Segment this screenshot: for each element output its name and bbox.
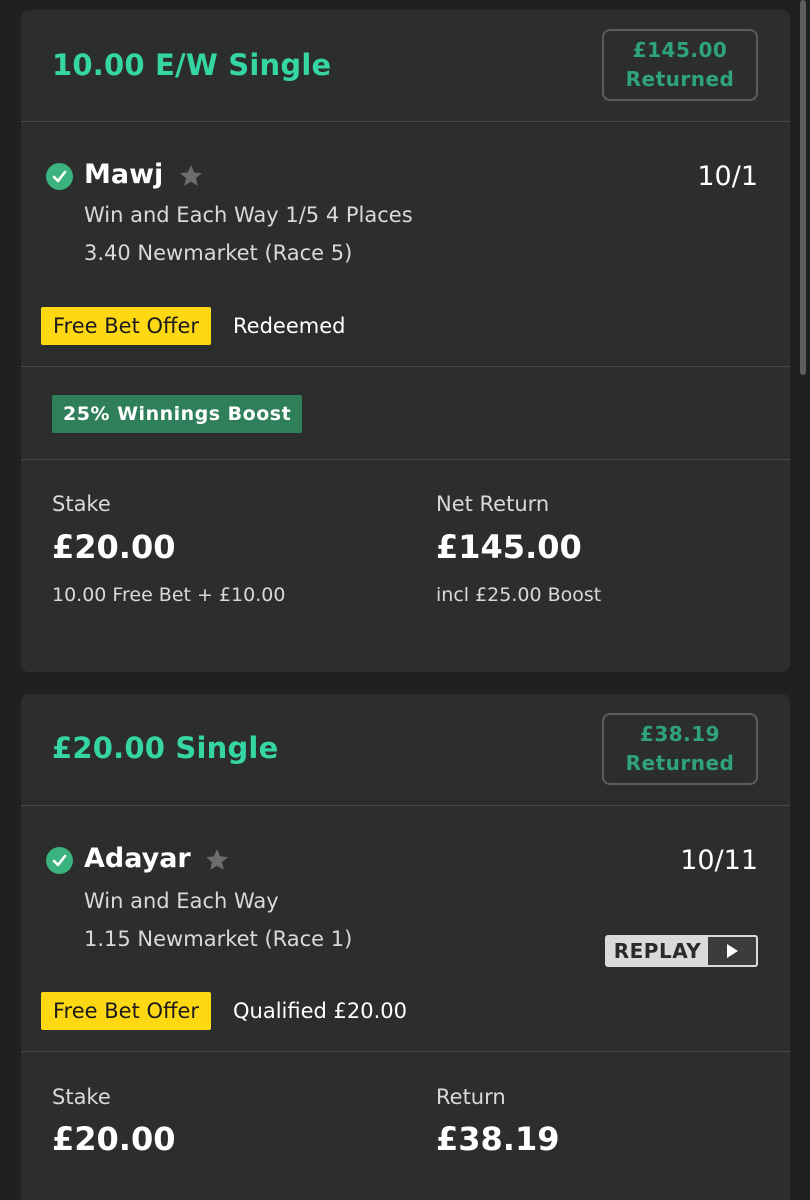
play-icon [708,937,756,965]
replay-button[interactable]: REPLAY [605,935,758,967]
return-label: Net Return [436,492,550,516]
returned-badge: £145.00 Returned [602,29,758,101]
stake-value: £20.00 [52,1120,176,1158]
check-circle-icon [46,847,73,874]
selection-event: 3.40 Newmarket (Race 5) [84,241,353,265]
bet-title: 10.00 E/W Single [52,48,332,82]
bet-title: £20.00 Single [52,731,279,765]
returned-badge: £38.19 Returned [602,713,758,785]
bet-header: 10.00 E/W Single £145.00 Returned [21,10,790,122]
star-icon[interactable] [178,163,204,189]
check-circle-icon [46,163,73,190]
stake-breakdown: 10.00 Free Bet + £10.00 [52,584,286,606]
free-bet-status: Redeemed [233,314,346,338]
selection-name: Adayar [84,843,191,874]
free-bet-offer-tag: Free Bet Offer [41,992,212,1030]
divider [21,121,790,122]
bet-history-page: 10.00 E/W Single £145.00 Returned Mawj 1… [0,0,810,1200]
return-breakdown: incl £25.00 Boost [436,584,602,606]
stake-value: £20.00 [52,528,176,566]
free-bet-status: Qualified £20.00 [233,999,408,1023]
stake-label: Stake [52,492,111,516]
returned-amount: £145.00 [632,38,728,62]
replay-label: REPLAY [607,937,708,965]
return-label: Return [436,1085,506,1109]
divider [21,805,790,806]
scrollbar[interactable] [800,0,806,375]
free-bet-offer-tag: Free Bet Offer [41,307,212,345]
selection-market: Win and Each Way 1/5 4 Places [84,203,413,227]
bet-header: £20.00 Single £38.19 Returned [21,694,790,806]
selection-odds: 10/11 [680,845,758,876]
selection-market: Win and Each Way [84,889,279,913]
selection-name: Mawj [84,159,164,190]
return-value: £38.19 [436,1120,560,1158]
selection-event: 1.15 Newmarket (Race 1) [84,927,353,951]
return-value: £145.00 [436,528,582,566]
returned-label: Returned [625,751,735,775]
winnings-boost-tag: 25% Winnings Boost [52,395,303,433]
stake-label: Stake [52,1085,111,1109]
returned-amount: £38.19 [639,722,721,746]
returned-label: Returned [625,67,735,91]
star-icon[interactable] [204,847,230,873]
divider [21,366,790,367]
bet-card-2[interactable]: £20.00 Single £38.19 Returned Adayar 10/… [21,694,790,1200]
bet-card-1[interactable]: 10.00 E/W Single £145.00 Returned Mawj 1… [21,10,790,672]
divider [21,459,790,460]
selection-odds: 10/1 [697,161,758,192]
divider [21,1051,790,1052]
